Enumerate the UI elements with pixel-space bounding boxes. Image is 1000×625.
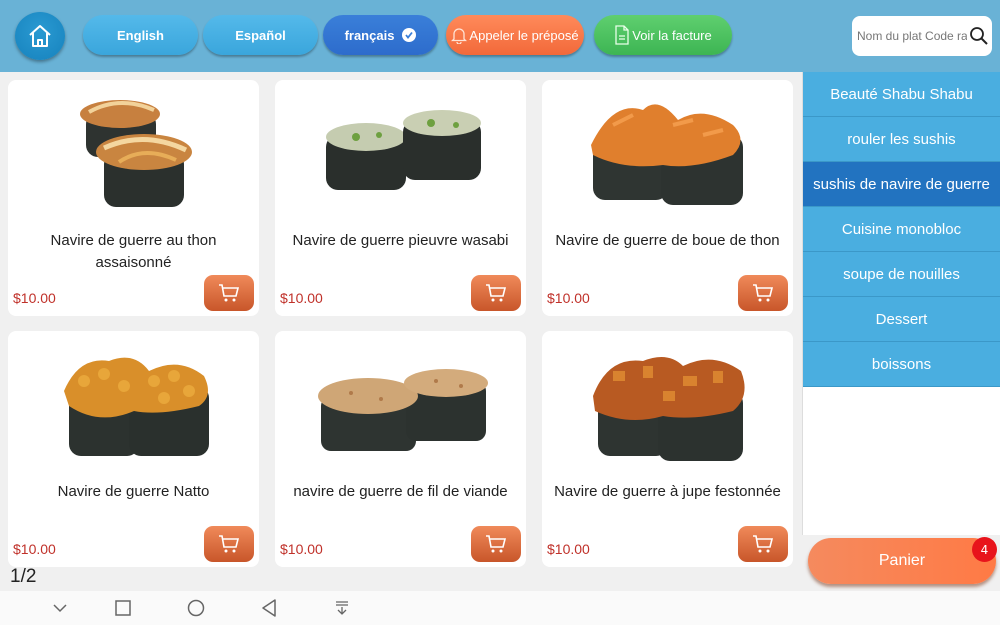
category-item-cuisine-monobloc[interactable]: Cuisine monobloc	[803, 207, 1000, 252]
product-name: Navire de guerre Natto	[57, 483, 210, 500]
product-name: Navire de guerre de boue de thon	[555, 232, 780, 249]
language-english-label: English	[117, 27, 164, 43]
page-indicator: 1/2	[10, 566, 37, 587]
cart-icon	[753, 284, 774, 302]
hide-keyboard-icon[interactable]	[49, 598, 71, 618]
cart-button[interactable]: Panier	[808, 538, 996, 584]
category-item-beaute-shabu-shabu[interactable]: Beauté Shabu Shabu	[803, 72, 1000, 117]
search-box	[852, 16, 992, 56]
recent-apps-icon[interactable]	[112, 598, 134, 618]
product-name: navire de guerre de fil de viande	[293, 483, 508, 500]
search-icon[interactable]	[969, 26, 989, 46]
back-icon[interactable]	[258, 598, 280, 618]
product-image-natto	[28, 337, 239, 475]
cart-icon	[219, 535, 240, 553]
category-item-boissons[interactable]: boissons	[803, 342, 1000, 387]
product-image-tuna-mayo	[28, 86, 239, 224]
view-invoice-label: Voir la facture	[632, 27, 712, 43]
language-espanol-button[interactable]: Español	[203, 15, 318, 55]
add-to-cart-button[interactable]	[471, 275, 521, 311]
add-to-cart-button[interactable]	[738, 526, 788, 562]
product-price: $10.00	[547, 541, 590, 557]
search-input[interactable]	[857, 29, 967, 43]
cart-icon	[219, 284, 240, 302]
check-icon	[402, 28, 417, 42]
home-nav-icon[interactable]	[185, 598, 207, 618]
product-name: Navire de guerre à jupe festonnée	[554, 483, 781, 500]
language-english-button[interactable]: English	[83, 15, 198, 55]
category-item-soupe-de-nouilles[interactable]: soupe de nouilles	[803, 252, 1000, 297]
product-card[interactable]: Navire de guerre pieuvre wasabi $10.00	[275, 80, 526, 316]
cart-count-badge: 4	[972, 537, 997, 562]
cart-icon	[486, 284, 507, 302]
notification-pull-icon[interactable]	[331, 598, 353, 618]
language-francais-label: français	[344, 27, 395, 43]
cart-icon	[486, 535, 507, 553]
cart-icon	[753, 535, 774, 553]
home-icon	[29, 25, 51, 47]
add-to-cart-button[interactable]	[738, 275, 788, 311]
language-francais-button[interactable]: français	[323, 15, 438, 55]
product-name: Navire de guerre pieuvre wasabi	[292, 232, 509, 249]
product-card[interactable]: Navire de guerre au thon assaisonné $10.…	[8, 80, 259, 316]
bell-icon	[451, 26, 468, 44]
language-espanol-label: Español	[235, 27, 286, 43]
add-to-cart-button[interactable]	[204, 526, 254, 562]
add-to-cart-button[interactable]	[204, 275, 254, 311]
document-icon	[614, 25, 630, 45]
top-bar: English Español français Appeler le prép…	[0, 0, 1000, 72]
cart-label: Panier	[878, 552, 926, 569]
product-image-spicy-tuna	[562, 86, 773, 224]
category-item-dessert[interactable]: Dessert	[803, 297, 1000, 342]
category-item-rouler-les-sushis[interactable]: rouler les sushis	[803, 117, 1000, 162]
product-price: $10.00	[280, 541, 323, 557]
product-image-meat-floss	[295, 337, 506, 475]
view-invoice-button[interactable]: Voir la facture	[594, 15, 732, 55]
product-card[interactable]: Navire de guerre de boue de thon $10.00	[542, 80, 793, 316]
category-sidebar: Beauté Shabu Shabu rouler les sushis sus…	[802, 72, 1000, 535]
product-price: $10.00	[547, 290, 590, 306]
product-price: $10.00	[13, 541, 56, 557]
product-grid: Navire de guerre au thon assaisonné $10.…	[0, 72, 800, 572]
system-nav-bar	[0, 591, 1000, 625]
product-name: Navire de guerre au thon assaisonné	[50, 232, 217, 271]
product-card[interactable]: navire de guerre de fil de viande $10.00	[275, 331, 526, 567]
product-image-octopus-wasabi	[295, 86, 506, 224]
product-price: $10.00	[280, 290, 323, 306]
product-card[interactable]: Navire de guerre Natto $10.00	[8, 331, 259, 567]
call-attendant-button[interactable]: Appeler le préposé	[446, 15, 584, 55]
home-button[interactable]	[15, 12, 65, 60]
call-attendant-label: Appeler le préposé	[469, 27, 579, 43]
product-price: $10.00	[13, 290, 56, 306]
product-card[interactable]: Navire de guerre à jupe festonnée $10.00	[542, 331, 793, 567]
product-image-scallop-skirt	[562, 337, 773, 475]
category-item-sushis-de-navire-de-guerre[interactable]: sushis de navire de guerre	[803, 162, 1000, 207]
add-to-cart-button[interactable]	[471, 526, 521, 562]
